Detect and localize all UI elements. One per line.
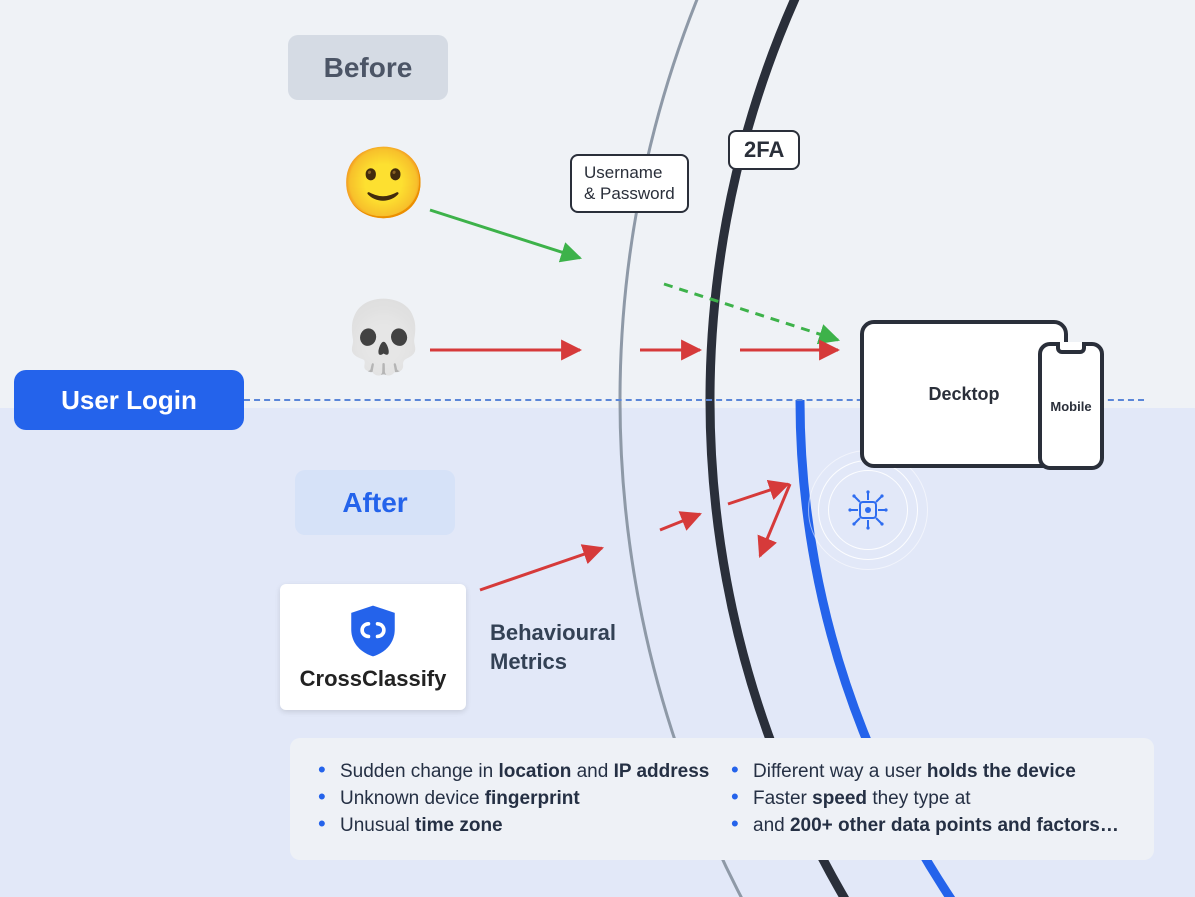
ai-chip-icon [828, 470, 908, 550]
before-pill: Before [288, 35, 448, 100]
shield-icon [344, 602, 402, 660]
user-login-pill: User Login [14, 370, 244, 430]
signals-column-left: Sudden change in location and IP address… [314, 756, 717, 842]
devices-group: Decktop Mobile [860, 320, 1068, 468]
signal-item: Unusual time zone [334, 815, 717, 837]
signal-item: Sudden change in location and IP address [334, 761, 717, 783]
signals-column-right: Different way a user holds the device Fas… [727, 756, 1130, 842]
desktop-label: Decktop [928, 384, 999, 405]
mobile-device: Mobile [1038, 342, 1104, 470]
signal-item: and 200+ other data points and factors… [747, 815, 1130, 837]
mobile-label: Mobile [1050, 399, 1091, 414]
phone-notch [1056, 342, 1086, 354]
crossclassify-name: CrossClassify [300, 666, 447, 692]
good-user-icon: 🙂 [340, 148, 427, 218]
behavioural-metrics-label: BehaviouralMetrics [490, 619, 616, 676]
gate-2fa-label: 2FA [728, 130, 800, 170]
signal-item: Different way a user holds the device [747, 761, 1130, 783]
arrow-good-2 [664, 284, 838, 340]
desktop-device: Decktop [860, 320, 1068, 468]
arrow-good-1 [430, 210, 580, 258]
signal-item: Faster speed they type at [747, 788, 1130, 810]
after-pill: After [295, 470, 455, 535]
diagram-canvas: Before After User Login 🙂 💀 Username& Pa… [0, 0, 1195, 897]
crossclassify-card: CrossClassify [280, 584, 466, 710]
signal-item: Unknown device fingerprint [334, 788, 717, 810]
bad-user-icon: 💀 [340, 302, 427, 372]
gate-username-password-label: Username& Password [570, 154, 689, 213]
behavioural-signals-panel: Sudden change in location and IP address… [290, 738, 1154, 860]
